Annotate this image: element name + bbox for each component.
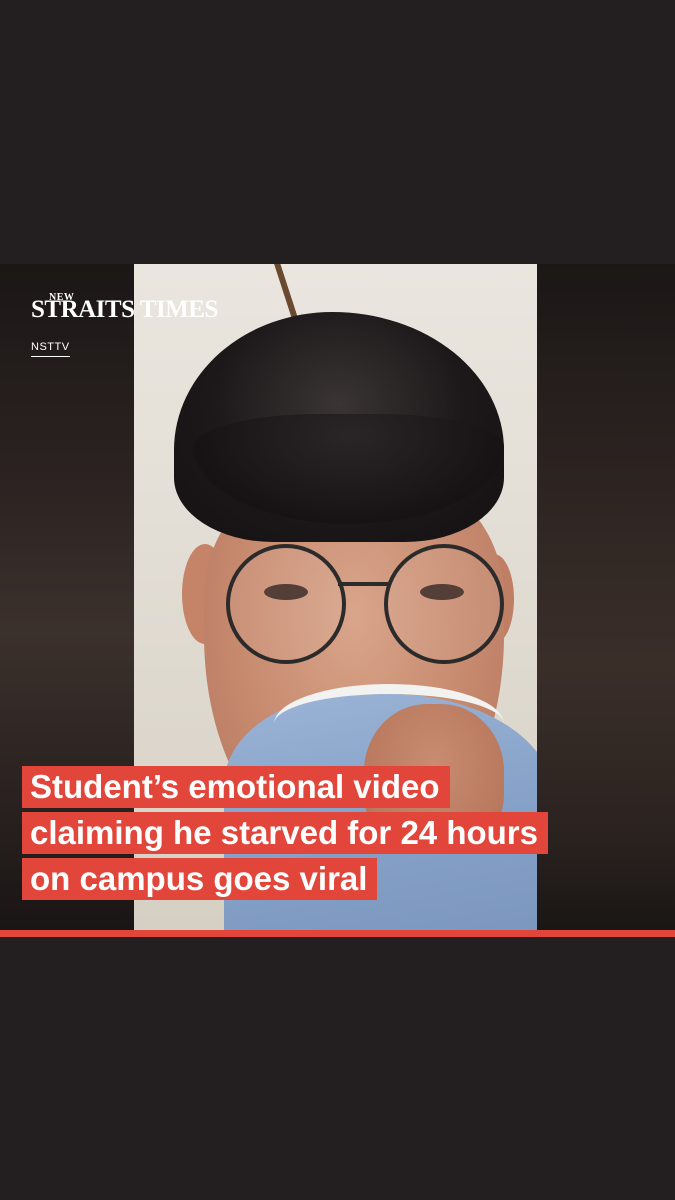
glasses-lens-right xyxy=(384,544,504,664)
headline-line-1: Student’s emotional video xyxy=(22,766,450,808)
glasses-bridge xyxy=(338,582,388,586)
section-tag: NSTTV xyxy=(31,341,70,357)
brand-name: STRAITS TIMES xyxy=(31,296,218,323)
headline-line-3: on campus goes viral xyxy=(22,858,378,900)
accent-bar xyxy=(0,930,675,937)
headline-line-2: claiming he starved for 24 hours xyxy=(22,812,548,854)
glasses-lens-left xyxy=(226,544,346,664)
post-frame: NEW STRAITS TIMES NSTTV Student’s emotio… xyxy=(0,0,675,1200)
headline: Student’s emotional video claiming he st… xyxy=(22,766,652,904)
